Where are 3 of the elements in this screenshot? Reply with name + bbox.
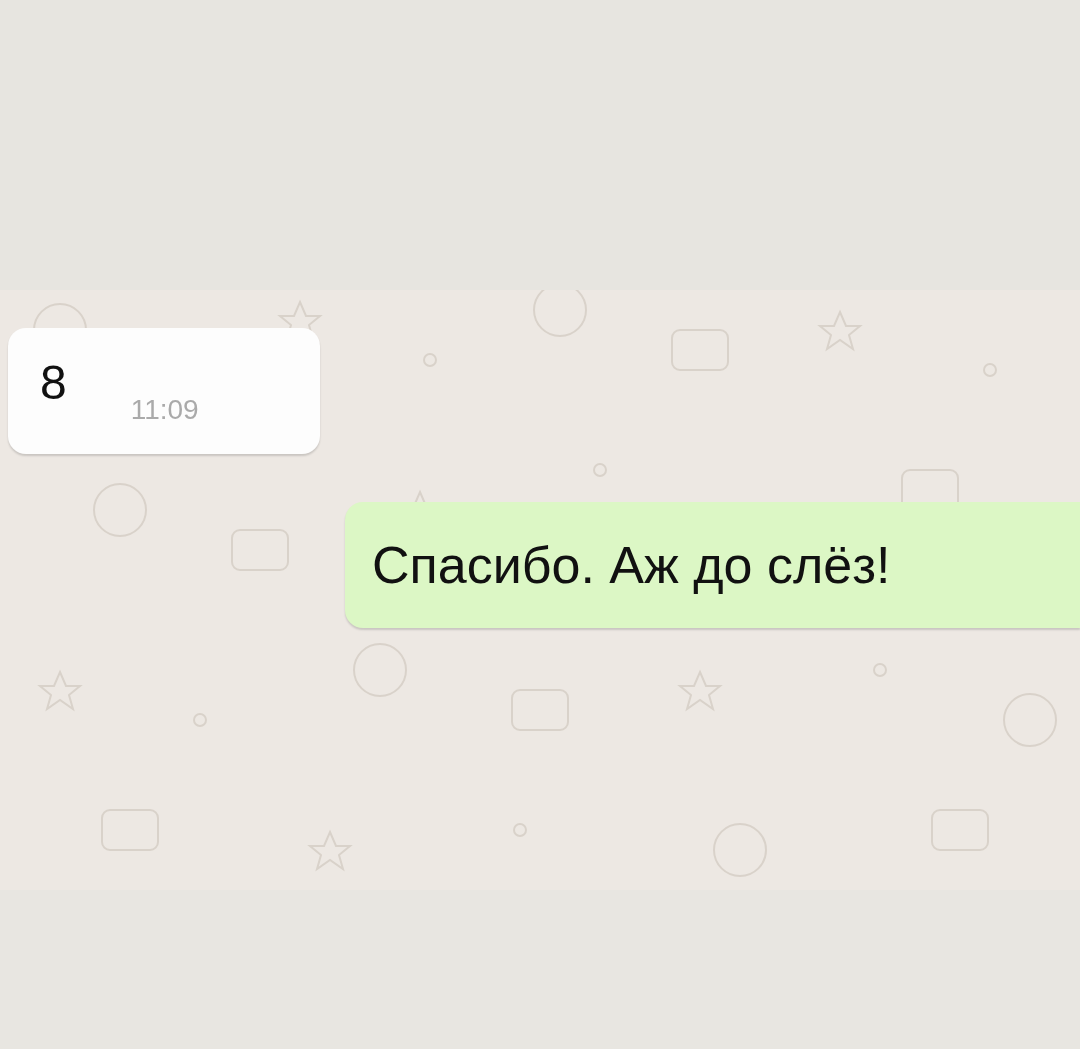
message-time: 11:09 — [130, 394, 199, 426]
message-text: 8 — [40, 355, 67, 411]
message-text: Спасибо. Аж до слёз! — [372, 535, 891, 595]
